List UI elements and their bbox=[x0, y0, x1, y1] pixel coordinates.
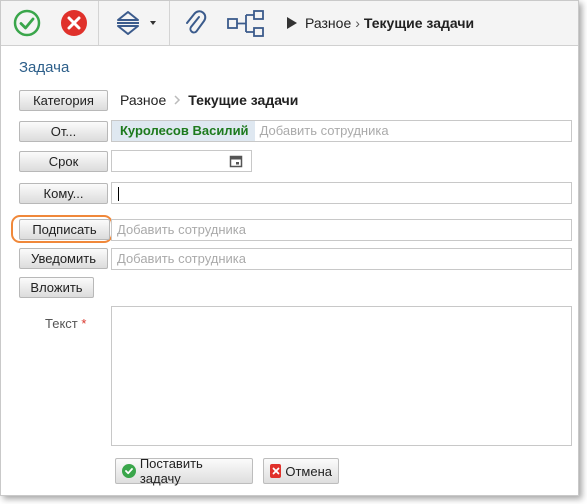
task-dialog: Разное › Текущие задачи Задача Категория… bbox=[0, 0, 579, 496]
paperclip-icon[interactable] bbox=[179, 7, 211, 39]
to-button[interactable]: Кому... bbox=[19, 183, 108, 204]
text-label: Текст * bbox=[45, 316, 86, 331]
cancel-button[interactable]: Отмена bbox=[263, 458, 339, 484]
text-area[interactable] bbox=[111, 306, 572, 446]
category-current: Текущие задачи bbox=[188, 92, 299, 108]
toolbar-divider bbox=[169, 1, 170, 45]
close-icon bbox=[270, 464, 282, 478]
toolbar: Разное › Текущие задачи bbox=[1, 1, 578, 46]
form-title: Задача bbox=[19, 59, 70, 76]
calendar-icon[interactable] bbox=[229, 154, 243, 168]
breadcrumb: Разное › Текущие задачи bbox=[285, 15, 474, 31]
sign-field[interactable]: Добавить сотрудника bbox=[111, 219, 572, 241]
confirm-icon[interactable] bbox=[11, 7, 43, 39]
sign-button[interactable]: Подписать bbox=[19, 219, 110, 240]
cancel-label: Отмена bbox=[285, 463, 332, 479]
toolbar-divider bbox=[98, 1, 99, 45]
text-caret bbox=[118, 186, 119, 201]
notify-button[interactable]: Уведомить bbox=[19, 248, 108, 269]
submit-task-label: Поставить задачу bbox=[139, 456, 203, 486]
attach-button[interactable]: Вложить bbox=[19, 277, 94, 298]
breadcrumb-current: Текущие задачи bbox=[363, 15, 475, 31]
breadcrumb-separator: › bbox=[355, 15, 360, 31]
notify-placeholder: Добавить сотрудника bbox=[117, 251, 246, 266]
from-field[interactable]: Куролесов Василий Добавить сотрудника bbox=[111, 120, 572, 142]
sign-placeholder: Добавить сотрудника bbox=[117, 222, 246, 237]
priority-dropdown-icon[interactable] bbox=[108, 7, 162, 39]
notify-field[interactable]: Добавить сотрудника bbox=[111, 248, 572, 270]
deadline-button[interactable]: Срок bbox=[19, 151, 108, 172]
category-button[interactable]: Категория bbox=[19, 90, 108, 111]
cancel-icon[interactable] bbox=[58, 7, 90, 39]
category-path: Разное Текущие задачи bbox=[120, 92, 298, 108]
from-placeholder: Добавить сотрудника bbox=[259, 123, 389, 138]
chevron-right-icon bbox=[174, 95, 181, 105]
from-person-chip[interactable]: Куролесов Василий bbox=[112, 121, 255, 141]
from-button[interactable]: От... bbox=[19, 121, 108, 142]
category-root: Разное bbox=[120, 92, 167, 108]
play-triangle-icon bbox=[287, 17, 297, 29]
to-field[interactable] bbox=[111, 182, 572, 204]
submit-task-button[interactable]: Поставить задачу bbox=[115, 456, 253, 486]
route-scheme-icon[interactable] bbox=[224, 7, 268, 39]
text-label-caption: Текст bbox=[45, 316, 78, 331]
breadcrumb-root[interactable]: Разное bbox=[305, 15, 351, 31]
required-marker: * bbox=[81, 316, 87, 331]
checkmark-icon bbox=[122, 464, 136, 478]
